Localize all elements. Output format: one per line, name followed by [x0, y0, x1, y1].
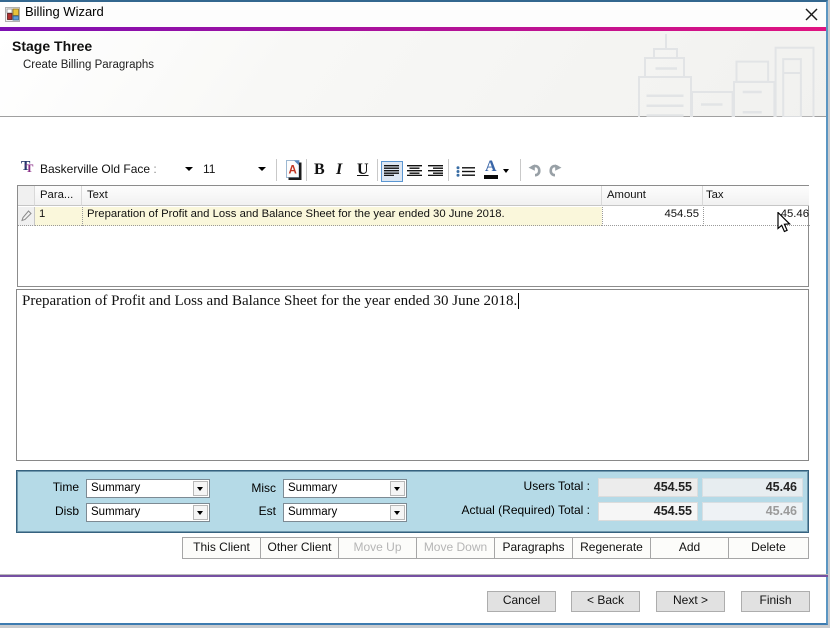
- svg-text:A: A: [289, 165, 297, 177]
